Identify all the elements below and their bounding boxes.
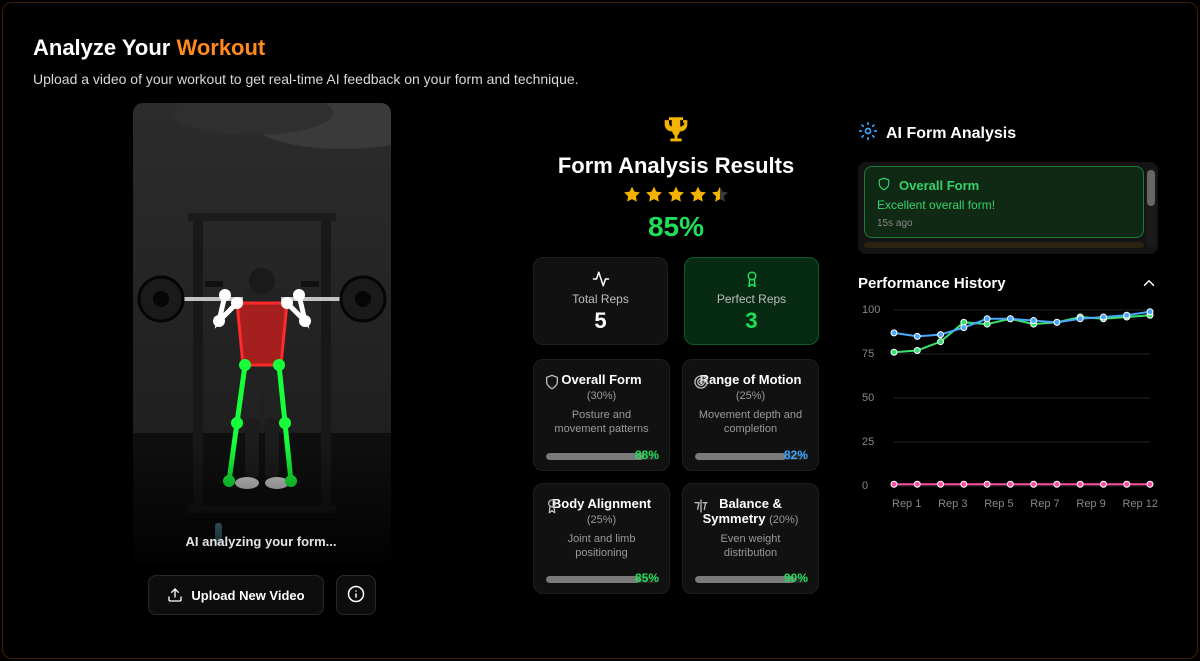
analysis-status-text: AI analyzing your form... xyxy=(133,534,391,549)
overall-score: 85% xyxy=(533,211,819,243)
feedback-item-peek xyxy=(864,242,1144,248)
page-subtitle: Upload a video of your workout to get re… xyxy=(33,71,579,87)
metric-title: Range of Motion (25%) xyxy=(695,372,806,402)
upload-icon xyxy=(167,587,183,603)
scrollbar[interactable] xyxy=(1146,168,1156,248)
page-title-pre: Analyze Your xyxy=(33,35,176,60)
metric-card: Body Alignment (25%) Joint and limb posi… xyxy=(533,483,670,595)
metric-card: Balance & Symmetry (20%) Even weight dis… xyxy=(682,483,819,595)
feedback-msg: Excellent overall form! xyxy=(877,198,1131,212)
chart-xtick: Rep 7 xyxy=(1030,498,1059,510)
feedback-item: Overall Form Excellent overall form! 15s… xyxy=(864,166,1144,238)
metric-title: Body Alignment (25%) xyxy=(546,496,657,526)
metric-title: Balance & Symmetry (20%) xyxy=(695,496,806,526)
award-icon xyxy=(544,498,560,519)
total-reps-card: Total Reps 5 xyxy=(533,257,668,345)
perfect-reps-label: Perfect Reps xyxy=(685,292,818,306)
feedback-time: 15s ago xyxy=(877,218,1131,229)
performance-history-heading: Performance History xyxy=(858,275,1006,292)
metric-card: Range of Motion (25%) Movement depth and… xyxy=(682,359,819,471)
scale-icon xyxy=(693,498,709,519)
metric-desc: Joint and limb positioning xyxy=(546,532,657,561)
metric-desc: Even weight distribution xyxy=(695,532,806,561)
chart-xlabels: Rep 1 Rep 3 Rep 5 Rep 7 Rep 9 Rep 12 xyxy=(892,498,1158,510)
scrollbar-thumb[interactable] xyxy=(1147,170,1155,206)
chart-xtick: Rep 5 xyxy=(984,498,1013,510)
info-icon xyxy=(347,585,365,606)
feedback-list[interactable]: Overall Form Excellent overall form! 15s… xyxy=(858,162,1158,254)
total-reps-value: 5 xyxy=(534,308,667,334)
collapse-button[interactable] xyxy=(1140,274,1158,292)
page-title: Analyze Your Workout xyxy=(33,35,265,61)
shield-icon xyxy=(877,177,891,194)
shield-icon xyxy=(544,374,560,395)
metric-weight: (25%) xyxy=(587,514,616,526)
upload-button-label: Upload New Video xyxy=(191,588,304,603)
chart-xtick: Rep 3 xyxy=(938,498,967,510)
metric-weight: (20%) xyxy=(769,514,798,526)
metric-weight: (25%) xyxy=(736,390,765,402)
perfect-reps-value: 3 xyxy=(685,308,818,334)
page-title-accent: Workout xyxy=(176,35,265,60)
upload-new-video-button[interactable]: Upload New Video xyxy=(148,575,323,615)
metric-title: Overall Form (30%) xyxy=(546,372,657,402)
star-icon xyxy=(688,185,708,205)
metric-pct: 85% xyxy=(635,571,659,585)
feedback-title: Overall Form xyxy=(899,178,979,193)
brain-icon xyxy=(858,121,878,146)
metric-card: Overall Form (30%) Posture and movement … xyxy=(533,359,670,471)
metric-desc: Movement depth and completion xyxy=(695,408,806,437)
chart-ytick: 50 xyxy=(862,392,874,404)
perfect-reps-card: Perfect Reps 3 xyxy=(684,257,819,345)
metric-desc: Posture and movement patterns xyxy=(546,408,657,437)
activity-icon xyxy=(534,270,667,288)
results-heading: Form Analysis Results xyxy=(533,153,819,179)
star-icon xyxy=(622,185,642,205)
ai-analysis-heading: AI Form Analysis xyxy=(886,125,1016,143)
info-button[interactable] xyxy=(336,575,376,615)
video-preview: AI analyzing your form... xyxy=(133,103,391,563)
metric-weight: (30%) xyxy=(587,390,616,402)
chart-ytick: 75 xyxy=(862,348,874,360)
performance-chart: 0255075100Rep 1Rep 3Rep 5Rep 7Rep 9Rep 1… xyxy=(858,302,1158,510)
star-icon xyxy=(644,185,664,205)
trophy-icon xyxy=(533,113,819,147)
award-icon xyxy=(685,270,818,288)
chart-ytick: 25 xyxy=(862,436,874,448)
chart-ytick: 0 xyxy=(862,480,868,492)
star-icon xyxy=(666,185,686,205)
total-reps-label: Total Reps xyxy=(534,292,667,306)
chart-xtick: Rep 9 xyxy=(1076,498,1105,510)
metric-pct: 88% xyxy=(635,448,659,462)
target-icon xyxy=(693,374,709,395)
chart-xtick: Rep 1 xyxy=(892,498,921,510)
metric-pct: 82% xyxy=(784,448,808,462)
chart-xtick: Rep 12 xyxy=(1122,498,1157,510)
chevron-up-icon xyxy=(1140,274,1158,292)
star-rating xyxy=(533,185,819,205)
star-half-icon xyxy=(710,185,730,205)
chart-ytick: 100 xyxy=(862,304,880,316)
metric-pct: 90% xyxy=(784,571,808,585)
